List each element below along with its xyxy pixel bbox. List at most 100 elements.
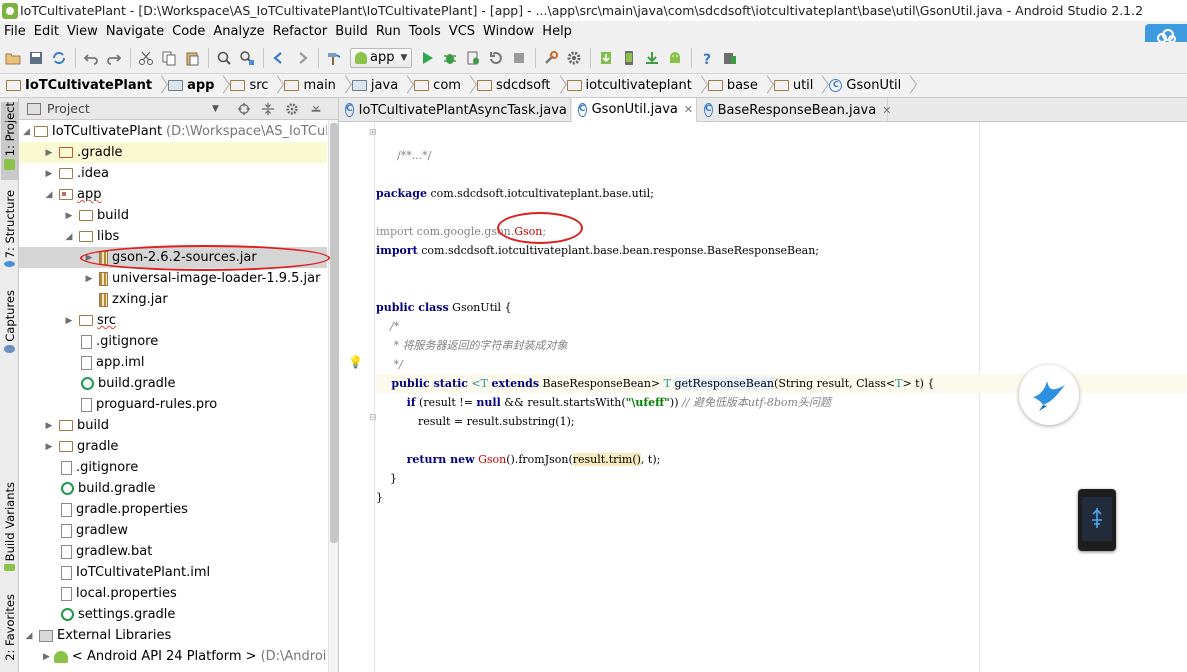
menu-window[interactable]: Window <box>481 24 540 39</box>
project-structure-button[interactable] <box>540 47 562 69</box>
avd-manager-button[interactable] <box>618 47 640 69</box>
tool-tab-captures[interactable]: Captures <box>1 290 18 356</box>
breadcrumb-gsonutil[interactable]: C GsonUtil <box>827 76 905 96</box>
tree-item-uil-jar[interactable]: ▶ universal-image-loader-1.9.5.jar <box>19 268 327 289</box>
menu-edit[interactable]: Edit <box>32 24 65 39</box>
tree-item-app[interactable]: ◢ app <box>19 184 327 205</box>
device-monitor-button[interactable] <box>719 47 741 69</box>
debug-button[interactable] <box>439 47 461 69</box>
apply-changes-button[interactable] <box>485 47 507 69</box>
close-icon[interactable]: ✕ <box>684 103 693 116</box>
back-button[interactable] <box>268 47 290 69</box>
chevron-right-icon[interactable]: ▶ <box>43 420 55 432</box>
tree-item-gitignore[interactable]: .gitignore <box>19 457 327 478</box>
undo-button[interactable] <box>80 47 102 69</box>
chevron-right-icon[interactable]: ▶ <box>83 252 95 264</box>
chevron-right-icon[interactable]: ▶ <box>43 651 50 663</box>
open-folder-button[interactable] <box>2 47 24 69</box>
tree-item-settings-gradle[interactable]: settings.gradle <box>19 604 327 625</box>
scrollbar-thumb[interactable] <box>330 123 338 543</box>
chevron-right-icon[interactable]: ▶ <box>63 210 75 222</box>
editor-gutter[interactable]: ⊞ ⊟ 💡 <box>339 122 377 672</box>
floating-phone-widget[interactable] <box>1078 489 1116 551</box>
breadcrumb-src[interactable]: src <box>228 76 272 96</box>
tree-item-app-iml[interactable]: app.iml <box>19 352 327 373</box>
tree-item-gradle-properties[interactable]: gradle.properties <box>19 499 327 520</box>
breadcrumb-main[interactable]: main <box>282 76 339 96</box>
tree-item-gradle-dir[interactable]: ▶ .gradle <box>19 142 327 163</box>
run-config-select[interactable]: app ▼ <box>350 47 413 68</box>
chevron-down-icon[interactable]: ◢ <box>23 126 30 138</box>
breadcrumb-com[interactable]: com <box>412 76 465 96</box>
help-button[interactable]: ? <box>696 47 718 69</box>
lightbulb-icon[interactable]: 💡 <box>348 355 363 369</box>
chevron-down-icon[interactable]: ◢ <box>23 630 35 642</box>
tree-item-gradlew[interactable]: gradlew <box>19 520 327 541</box>
cut-button[interactable] <box>135 47 157 69</box>
panel-settings-button[interactable] <box>283 101 301 117</box>
tree-item-app-gitignore[interactable]: .gitignore <box>19 331 327 352</box>
project-view-select[interactable]: Project <box>47 101 90 116</box>
chevron-down-icon[interactable]: ▼ <box>212 104 219 114</box>
menu-help[interactable]: Help <box>540 24 578 39</box>
tree-item-build[interactable]: ▶ build <box>19 415 327 436</box>
menu-run[interactable]: Run <box>374 24 407 39</box>
copy-button[interactable] <box>158 47 180 69</box>
tree-item-zxing-jar[interactable]: zxing.jar <box>19 289 327 310</box>
close-icon[interactable]: ✕ <box>882 104 891 117</box>
hide-panel-button[interactable] <box>307 101 325 117</box>
chevron-right-icon[interactable]: ▶ <box>63 315 75 327</box>
android-monitor-button[interactable] <box>664 47 686 69</box>
tool-tab-build-variants[interactable]: Build Variants <box>1 482 18 574</box>
chevron-down-icon[interactable]: ◢ <box>63 231 75 243</box>
folded-comment[interactable]: /**...*/ <box>397 149 431 162</box>
menu-refactor[interactable]: Refactor <box>271 24 334 39</box>
menu-analyze[interactable]: Analyze <box>211 24 270 39</box>
floating-bird-widget[interactable] <box>1019 365 1079 425</box>
tree-item-gradle[interactable]: ▶ gradle <box>19 436 327 457</box>
menu-view[interactable]: View <box>65 24 104 39</box>
tree-item-proguard[interactable]: proguard-rules.pro <box>19 394 327 415</box>
tree-item-project-iml[interactable]: IoTCultivatePlant.iml <box>19 562 327 583</box>
save-all-button[interactable] <box>25 47 47 69</box>
tree-item-app-build-gradle[interactable]: build.gradle <box>19 373 327 394</box>
collapse-all-button[interactable] <box>259 101 277 117</box>
scroll-from-source-button[interactable] <box>235 101 253 117</box>
tree-item-gradlew-bat[interactable]: gradlew.bat <box>19 541 327 562</box>
tree-item-app-build[interactable]: ▶ build <box>19 205 327 226</box>
chevron-right-icon[interactable]: ▶ <box>43 441 55 453</box>
sync-button[interactable] <box>48 47 70 69</box>
tree-item-external-libraries[interactable]: ◢ External Libraries <box>19 625 327 646</box>
chevron-right-icon[interactable]: ▶ <box>83 273 95 285</box>
tree-item-gson-jar[interactable]: ▶ gson-2.6.2-sources.jar <box>19 247 327 268</box>
sdk-manager-button[interactable] <box>641 47 663 69</box>
tree-item-root[interactable]: ◢ IoTCultivatePlant (D:\Workspace\AS_IoT… <box>19 121 327 142</box>
tab-gsonutil[interactable]: C GsonUtil.java ✕ <box>572 98 697 123</box>
tool-tab-favorites[interactable]: 2: Favorites <box>1 594 18 666</box>
attach-debugger-button[interactable] <box>462 47 484 69</box>
breadcrumb-project[interactable]: IoTCultivatePlant <box>4 76 156 96</box>
menu-code[interactable]: Code <box>170 24 211 39</box>
breadcrumb-iotcultivateplant[interactable]: iotcultivateplant <box>565 76 696 96</box>
tree-item-build-gradle[interactable]: build.gradle <box>19 478 327 499</box>
chevron-down-icon[interactable]: ◢ <box>43 189 55 201</box>
breadcrumb-java[interactable]: java <box>350 76 402 96</box>
breadcrumb-sdcdsoft[interactable]: sdcdsoft <box>475 76 555 96</box>
paste-button[interactable] <box>181 47 203 69</box>
replace-button[interactable] <box>236 47 258 69</box>
settings-button[interactable] <box>563 47 585 69</box>
tab-iotcultivateplantasynctask[interactable]: C IoTCultivatePlantAsyncTask.java ✕ <box>339 98 582 122</box>
tree-item-idea[interactable]: ▶ .idea <box>19 163 327 184</box>
breadcrumb-app[interactable]: app <box>166 76 218 96</box>
sync-gradle-button[interactable] <box>595 47 617 69</box>
stop-button[interactable] <box>508 47 530 69</box>
breadcrumb-base[interactable]: base <box>706 76 762 96</box>
project-scrollbar[interactable] <box>328 120 338 672</box>
breadcrumb-util[interactable]: util <box>772 76 818 96</box>
menu-vcs[interactable]: VCS <box>447 24 481 39</box>
forward-button[interactable] <box>291 47 313 69</box>
tree-item-android-api-24[interactable]: ▶ < Android API 24 Platform > (D:\Androi… <box>19 646 327 667</box>
tool-tab-structure[interactable]: 7: Structure <box>1 190 18 270</box>
tree-item-src[interactable]: ▶ src <box>19 310 327 331</box>
chevron-right-icon[interactable]: ▶ <box>43 147 55 159</box>
